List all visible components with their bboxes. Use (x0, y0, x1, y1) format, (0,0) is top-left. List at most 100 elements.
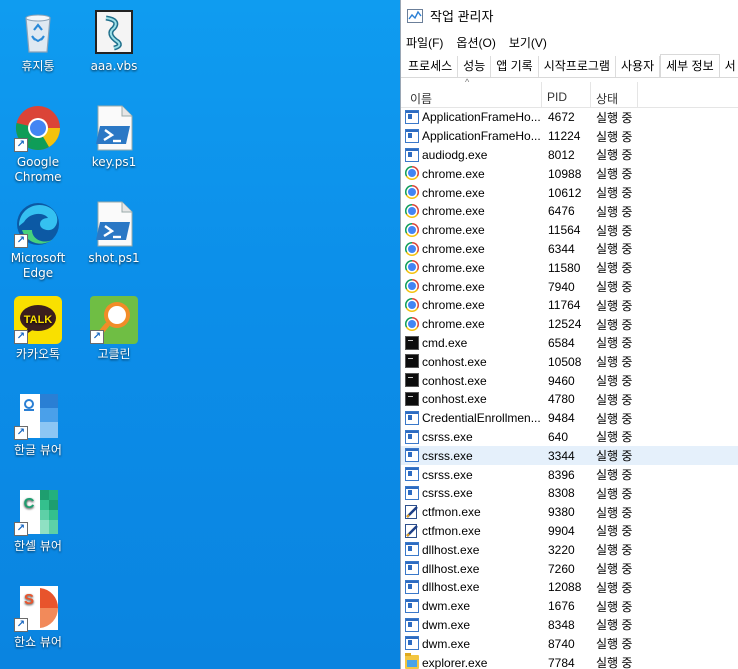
process-row[interactable]: conhost.exe 9460 실행 중 (401, 371, 738, 390)
process-status: 실행 중 (596, 468, 633, 483)
menu-options[interactable]: 옵션(O) (456, 34, 495, 51)
process-name: dwm.exe (422, 636, 471, 651)
process-row[interactable]: ctfmon.exe 9380 실행 중 (401, 503, 738, 522)
ctfmon-icon (405, 523, 419, 538)
window-icon (405, 561, 419, 576)
tab-app-history[interactable]: 앱 기록 (491, 56, 539, 77)
process-row[interactable]: csrss.exe 8308 실행 중 (401, 484, 738, 503)
tab-startup[interactable]: 시작프로그램 (539, 56, 616, 77)
title-bar[interactable]: 작업 관리자 (401, 0, 738, 31)
process-row[interactable]: dllhost.exe 7260 실행 중 (401, 559, 738, 578)
process-status: 실행 중 (596, 129, 633, 144)
process-row[interactable]: csrss.exe 640 실행 중 (401, 428, 738, 447)
process-row[interactable]: CredentialEnrollmen... 9484 실행 중 (401, 409, 738, 428)
process-row[interactable]: dwm.exe 8740 실행 중 (401, 634, 738, 653)
console-icon (405, 373, 419, 388)
process-row[interactable]: conhost.exe 10508 실행 중 (401, 352, 738, 371)
chrome-icon (405, 297, 419, 312)
process-row[interactable]: chrome.exe 11580 실행 중 (401, 258, 738, 277)
menu-view[interactable]: 보기(V) (509, 34, 547, 51)
tab-performance[interactable]: 성능 (458, 56, 492, 77)
process-name: dllhost.exe (422, 580, 480, 595)
shortcut-arrow-icon: ↗ (14, 522, 28, 536)
process-row[interactable]: csrss.exe 8396 실행 중 (401, 465, 738, 484)
process-row[interactable]: ctfmon.exe 9904 실행 중 (401, 522, 738, 541)
process-pid: 12088 (548, 580, 582, 595)
chrome-icon: ↗ (14, 104, 62, 152)
menu-file[interactable]: 파일(F) (406, 34, 443, 51)
hangul-viewer-icon: ↗ (14, 392, 62, 440)
process-row[interactable]: audiodg.exe 8012 실행 중 (401, 146, 738, 165)
kakaotalk-icon: TALK ↗ (14, 296, 62, 344)
process-row[interactable]: chrome.exe 10988 실행 중 (401, 164, 738, 183)
desktop-icon-key-ps1[interactable]: key.ps1 (76, 104, 152, 170)
desktop-icon-hangul-viewer[interactable]: ↗ 한글 뷰어 (0, 392, 76, 458)
process-name: dwm.exe (422, 617, 471, 632)
process-row[interactable]: dwm.exe 1676 실행 중 (401, 597, 738, 616)
column-header-status[interactable]: 상태 (596, 90, 618, 107)
desktop-icon-microsoft-edge[interactable]: ↗ Microsoft Edge (0, 200, 76, 281)
shortcut-arrow-icon: ↗ (14, 330, 28, 344)
process-row[interactable]: chrome.exe 11764 실행 중 (401, 296, 738, 315)
column-header-pid[interactable]: PID (547, 90, 567, 104)
process-pid: 640 (548, 429, 569, 444)
process-name: chrome.exe (422, 279, 485, 294)
process-row[interactable]: explorer.exe 7784 실행 중 (401, 653, 738, 669)
process-row[interactable]: chrome.exe 11564 실행 중 (401, 221, 738, 240)
process-pid: 4672 (548, 110, 575, 125)
process-pid: 9380 (548, 505, 575, 520)
tab-details[interactable]: 세부 정보 (660, 54, 720, 77)
process-row[interactable]: chrome.exe 12524 실행 중 (401, 315, 738, 334)
process-pid: 8308 (548, 486, 575, 501)
process-row[interactable]: conhost.exe 4780 실행 중 (401, 390, 738, 409)
window-icon (405, 598, 419, 613)
process-row[interactable]: dwm.exe 8348 실행 중 (401, 616, 738, 635)
process-row[interactable]: dllhost.exe 12088 실행 중 (401, 578, 738, 597)
column-header-name[interactable]: 이름 (410, 90, 432, 107)
desktop-icon-kakaotalk[interactable]: TALK ↗ 카카오톡 (0, 296, 76, 362)
process-name: ApplicationFrameHo... (422, 129, 540, 144)
desktop-icon-shot-ps1[interactable]: shot.ps1 (76, 200, 152, 266)
process-name: dwm.exe (422, 599, 471, 614)
process-row[interactable]: chrome.exe 6476 실행 중 (401, 202, 738, 221)
window-icon (405, 467, 419, 482)
tab-users[interactable]: 사용자 (616, 56, 661, 77)
desktop-icon-goclean[interactable]: ↗ 고클린 (76, 296, 152, 362)
column-divider[interactable] (590, 82, 591, 108)
desktop-icon-recycle-bin[interactable]: 휴지통 (0, 8, 76, 74)
process-name: cmd.exe (422, 335, 468, 350)
process-status: 실행 중 (596, 580, 633, 595)
process-row[interactable]: chrome.exe 6344 실행 중 (401, 240, 738, 259)
chrome-icon (405, 222, 419, 237)
hanshow-letter: S (24, 591, 34, 608)
shortcut-arrow-icon: ↗ (14, 426, 28, 440)
process-status: 실행 중 (596, 618, 633, 633)
process-name: csrss.exe (422, 486, 473, 501)
tab-services[interactable]: 서 (720, 56, 738, 77)
desktop-icon-aaa-vbs[interactable]: aaa.vbs (76, 8, 152, 74)
tab-processes[interactable]: 프로세스 (403, 56, 459, 77)
desktop-icon-hancell-viewer[interactable]: C ↗ 한셀 뷰어 (0, 488, 76, 554)
process-row[interactable]: ApplicationFrameHo... 11224 실행 중 (401, 127, 738, 146)
desktop-icon-google-chrome[interactable]: ↗ Google Chrome (0, 104, 76, 185)
column-header: ^ 이름 PID 상태 (401, 77, 738, 108)
column-divider[interactable] (541, 82, 542, 108)
process-pid: 8740 (548, 636, 575, 651)
process-name: chrome.exe (422, 185, 485, 200)
process-row[interactable]: chrome.exe 7940 실행 중 (401, 277, 738, 296)
process-row[interactable]: cmd.exe 6584 실행 중 (401, 334, 738, 353)
process-status: 실행 중 (596, 562, 633, 577)
process-pid: 10988 (548, 166, 582, 181)
column-divider[interactable] (637, 82, 638, 108)
process-status: 실행 중 (596, 637, 633, 652)
chrome-icon (405, 203, 419, 218)
process-row[interactable]: dllhost.exe 3220 실행 중 (401, 540, 738, 559)
process-row[interactable]: chrome.exe 10612 실행 중 (401, 183, 738, 202)
desktop-icon-label: 한셀 뷰어 (14, 539, 62, 553)
process-row[interactable]: csrss.exe 3344 실행 중 (401, 446, 738, 466)
process-row[interactable]: ApplicationFrameHo... 4672 실행 중 (401, 108, 738, 127)
process-name: chrome.exe (422, 317, 485, 332)
shortcut-arrow-icon: ↗ (14, 138, 28, 152)
chrome-icon (405, 241, 419, 256)
desktop-icon-hanshow-viewer[interactable]: S ↗ 한쇼 뷰어 (0, 584, 76, 650)
